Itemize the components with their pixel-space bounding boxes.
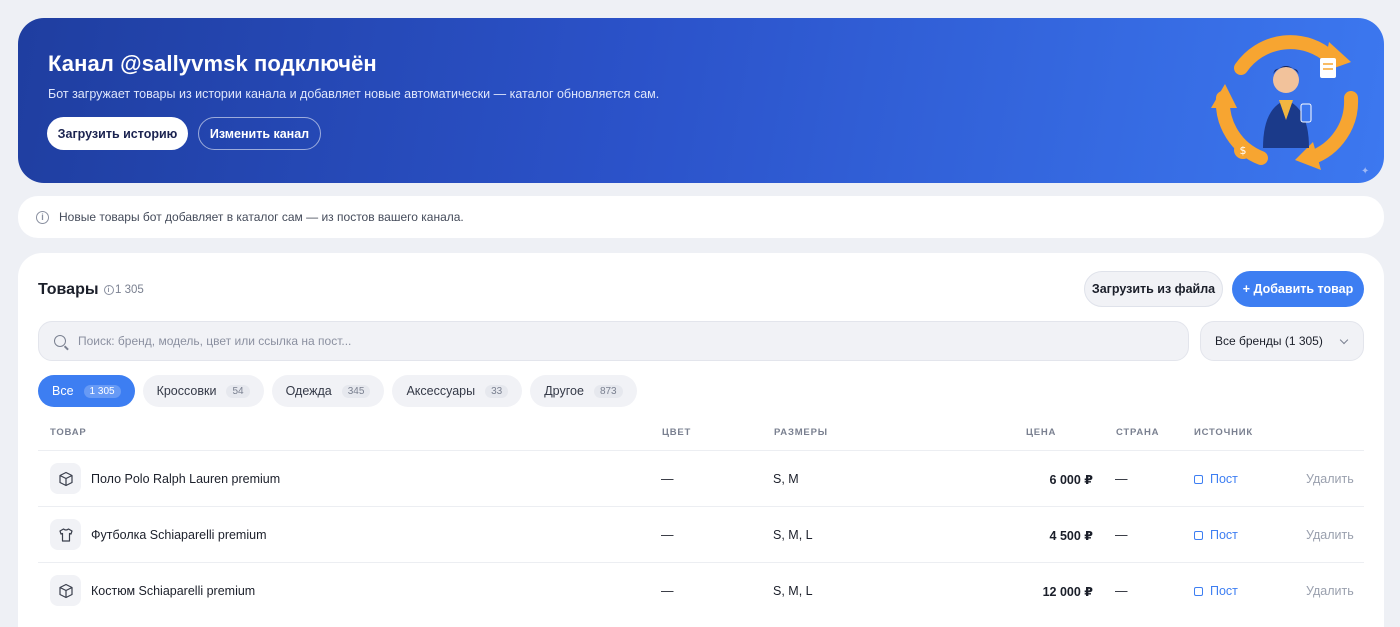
product-name: Поло Polo Ralph Lauren premium [91, 472, 281, 486]
info-notice: i Новые товары бот добавляет в каталог с… [18, 196, 1384, 238]
box-icon [50, 463, 81, 494]
chip-count: 33 [485, 384, 509, 398]
product-price: 4 500 ₽ [1049, 528, 1093, 543]
chip-count: 54 [226, 384, 250, 398]
product-price: 12 000 ₽ [1042, 584, 1093, 599]
product-country: — [1115, 528, 1128, 542]
external-link-icon [1194, 586, 1203, 596]
chip-other[interactable]: Другое 873 [530, 375, 637, 407]
delete-button[interactable]: Удалить [1306, 451, 1354, 507]
chip-count: 873 [593, 384, 623, 398]
product-color: — [661, 528, 674, 542]
svg-text:✦: ✦ [1361, 166, 1369, 177]
brand-filter-select[interactable]: Все бренды (1 305) [1200, 321, 1364, 361]
source-link-label: Пост [1210, 528, 1238, 542]
product-name: Костюм Schiaparelli premium [91, 584, 256, 598]
table-row[interactable]: Поло Polo Ralph Lauren premium — S, M 6 … [38, 450, 1364, 506]
load-history-button[interactable]: Загрузить историю [47, 117, 188, 150]
product-price: 6 000 ₽ [1049, 472, 1093, 487]
column-header-sizes[interactable]: РАЗМЕРЫ [774, 427, 828, 438]
table-row[interactable]: Футболка Schiaparelli premium — S, M, L … [38, 506, 1364, 562]
products-title-text: Товары [38, 281, 99, 298]
product-country: — [1115, 472, 1128, 486]
source-link-label: Пост [1210, 472, 1238, 486]
column-header-country[interactable]: СТРАНА [1116, 427, 1159, 438]
source-link[interactable]: Пост [1194, 451, 1238, 507]
column-header-source[interactable]: ИСТОЧНИК [1194, 427, 1253, 438]
info-icon: i [36, 210, 49, 224]
chip-label: Кроссовки [156, 384, 217, 398]
brand-filter-value: Все бренды (1 305) [1215, 334, 1323, 348]
column-header-price[interactable]: ЦЕНА [1026, 427, 1056, 438]
chip-clothing[interactable]: Одежда 345 [271, 375, 385, 407]
delete-button[interactable]: Удалить [1306, 507, 1354, 563]
chip-accessories[interactable]: Аксессуары 33 [392, 375, 523, 407]
chip-label: Одежда [285, 384, 332, 398]
info-icon[interactable]: i [103, 285, 114, 295]
product-sizes: S, M, L [773, 584, 813, 598]
search-input[interactable]: Поиск: бренд, модель, цвет или ссылка на… [38, 321, 1189, 361]
product-color: — [661, 472, 674, 486]
svg-text:$: $ [1240, 144, 1247, 157]
chip-label: Все [52, 384, 74, 398]
source-link[interactable]: Пост [1194, 563, 1238, 619]
product-color: — [661, 584, 674, 598]
chip-all[interactable]: Все 1 305 [38, 375, 135, 407]
banner-title: Канал @sallyvmsk подключён [48, 51, 377, 76]
search-icon [54, 335, 66, 347]
table-row[interactable]: Костюм Schiaparelli premium — S, M, L 12… [38, 562, 1364, 618]
column-header-color[interactable]: ЦВЕТ [662, 427, 691, 438]
category-chips: Все 1 305 Кроссовки 54 Одежда 345 Аксесс… [38, 375, 637, 407]
upload-file-button[interactable]: Загрузить из файла [1084, 271, 1223, 307]
product-country: — [1115, 584, 1128, 598]
banner-subtitle: Бот загружает товары из истории канала и… [48, 87, 660, 101]
source-link[interactable]: Пост [1194, 507, 1238, 563]
chip-sneakers[interactable]: Кроссовки 54 [142, 375, 264, 407]
source-link-label: Пост [1210, 584, 1238, 598]
change-channel-button[interactable]: Изменить канал [198, 117, 321, 150]
sync-illustration: $ ✦ [1211, 35, 1369, 177]
chip-count: 1 305 [83, 384, 121, 398]
tshirt-icon [50, 519, 81, 550]
delete-button[interactable]: Удалить [1306, 563, 1354, 619]
chip-count: 345 [341, 384, 371, 398]
chip-label: Аксессуары [406, 384, 476, 398]
product-name: Футболка Schiaparelli premium [91, 528, 267, 542]
channel-banner: Канал @sallyvmsk подключён Бот загружает… [18, 18, 1384, 183]
external-link-icon [1194, 530, 1203, 540]
product-sizes: S, M [773, 472, 799, 486]
chip-label: Другое [544, 384, 584, 398]
search-placeholder: Поиск: бренд, модель, цвет или ссылка на… [78, 334, 352, 348]
products-card: Товары i 1 305 Загрузить из файла + Доба… [18, 253, 1384, 627]
product-sizes: S, M, L [773, 528, 813, 542]
chevron-down-icon [1339, 335, 1349, 345]
column-header-product[interactable]: ТОВАР [50, 427, 87, 438]
info-text: Новые товары бот добавляет в каталог сам… [59, 210, 464, 224]
add-product-button[interactable]: + Добавить товар [1232, 271, 1364, 307]
products-count: 1 305 [115, 284, 144, 296]
products-title: Товары i [38, 281, 114, 299]
external-link-icon [1194, 474, 1203, 484]
box-icon [50, 575, 81, 606]
